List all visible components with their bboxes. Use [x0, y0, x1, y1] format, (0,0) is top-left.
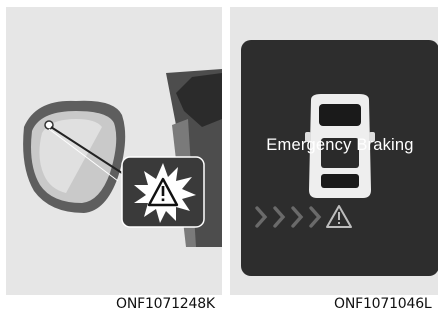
emergency-braking-message: Emergency Braking: [266, 136, 414, 154]
figure-code-right: ONF1071046L: [334, 296, 432, 312]
figure-code-left: ONF1071248K: [116, 296, 215, 312]
vehicle-top-view: [255, 94, 375, 228]
warning-triangle-icon: [326, 205, 352, 228]
chevron-right-icon: [255, 206, 322, 228]
side-mirror-illustration: [6, 7, 222, 295]
side-mirror-drawing: [23, 69, 222, 247]
cluster-display-illustration: Emergency Braking: [230, 7, 438, 295]
instrument-cluster-screen: Emergency Braking: [241, 40, 438, 276]
